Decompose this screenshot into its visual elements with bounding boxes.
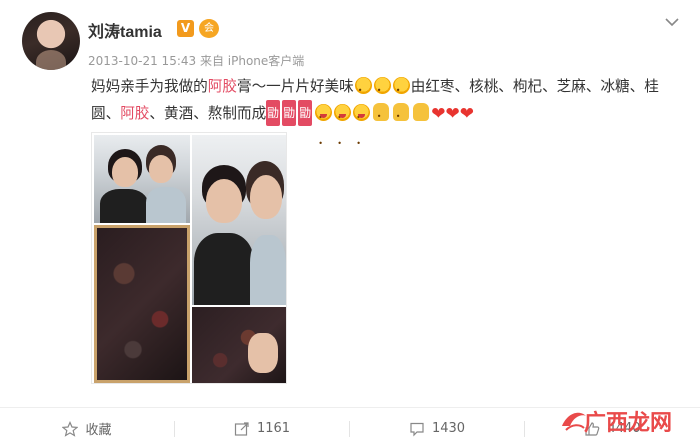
photo-detail xyxy=(206,179,242,223)
photo-thumbnail[interactable] xyxy=(94,225,190,383)
emoji-tag: 勖 xyxy=(298,100,313,126)
watermark-text: 广西龙网 xyxy=(584,410,673,436)
laugh-icon xyxy=(334,104,352,157)
photo-detail xyxy=(146,187,186,223)
comment-icon xyxy=(410,422,424,436)
post-source: 来自 iPhone客户端 xyxy=(199,54,305,68)
comment-count: 1430 xyxy=(431,421,466,436)
photo-detail xyxy=(194,233,254,305)
post-timestamp[interactable]: 2013-10-21 15:43 xyxy=(88,54,196,68)
post-meta: 2013-10-21 15:43 来自 iPhone客户端 xyxy=(88,52,304,69)
text-part: 膏～一片片好美味 xyxy=(236,78,354,95)
text-part: 、黄酒、熬制而成 xyxy=(149,105,267,122)
repost-button[interactable]: 1161 xyxy=(175,408,349,448)
photo-grid xyxy=(91,132,287,384)
smile-icon xyxy=(392,77,410,130)
heart-icon: ❤ xyxy=(431,104,446,124)
photo-detail xyxy=(100,189,148,223)
smile-icon xyxy=(354,77,372,130)
repost-count: 1161 xyxy=(256,421,291,436)
verified-badge-icon: V xyxy=(177,20,194,37)
laugh-icon xyxy=(315,104,333,157)
chevron-down-icon[interactable] xyxy=(664,14,680,30)
comment-button[interactable]: 1430 xyxy=(350,408,524,448)
photo-detail xyxy=(112,157,138,187)
photo-detail xyxy=(250,175,282,219)
photo-detail xyxy=(250,235,286,305)
emoji-tag: 勖 xyxy=(282,100,297,126)
avatar[interactable] xyxy=(22,12,80,70)
hashtag-link[interactable]: 阿胶 xyxy=(208,78,237,95)
member-badge-icon: 会 xyxy=(199,19,219,38)
smile-icon xyxy=(373,77,391,130)
text-part: 妈妈亲手为我做的 xyxy=(91,78,208,95)
thumb-up-icon xyxy=(413,103,430,121)
favorite-button[interactable]: 收藏 xyxy=(0,408,174,448)
heart-icon: ❤ xyxy=(445,104,460,124)
laugh-icon xyxy=(353,104,371,157)
photo-thumbnail[interactable] xyxy=(192,307,286,383)
star-icon xyxy=(62,420,79,437)
repost-icon xyxy=(234,421,249,436)
hashtag-link[interactable]: 阿胶 xyxy=(120,105,149,122)
photo-detail xyxy=(248,333,278,373)
favorite-label: 收藏 xyxy=(85,423,112,438)
heart-icon: ❤ xyxy=(459,104,474,124)
photo-detail xyxy=(149,155,173,183)
photo-thumbnail[interactable] xyxy=(192,135,286,305)
photo-thumbnail[interactable] xyxy=(94,135,190,223)
emoji-tag: 勖 xyxy=(266,100,281,126)
weibo-post-card: 刘涛tamia V 会 2013-10-21 15:43 来自 iPhone客户… xyxy=(0,0,700,448)
username[interactable]: 刘涛tamia xyxy=(88,18,162,42)
post-text: 妈妈亲手为我做的阿胶膏～一片片好美味由红枣、核桃、枸杞、芝麻、冰糖、桂圆、阿胶、… xyxy=(91,74,681,157)
